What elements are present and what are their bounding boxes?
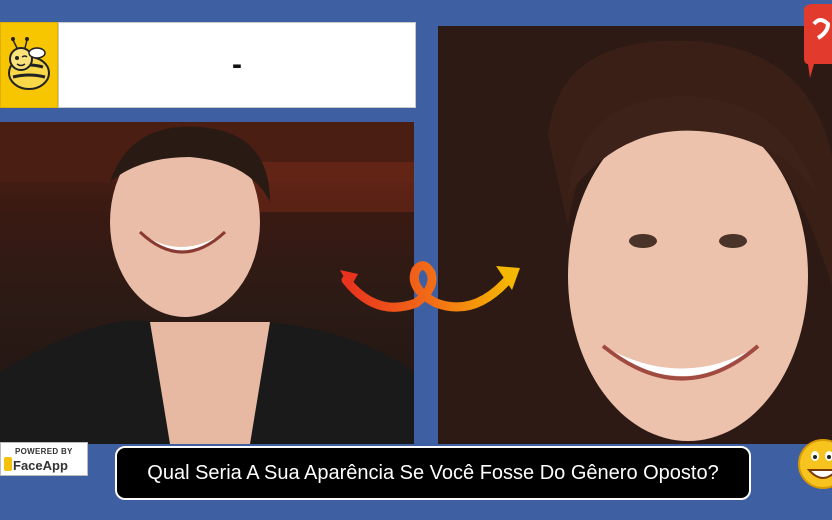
- faceapp-name: FaceApp: [13, 458, 68, 473]
- faceapp-logo-icon: [4, 457, 12, 471]
- caption-box: Qual Seria A Sua Aparência Se Você Fosse…: [115, 446, 751, 500]
- curly-arrow-icon: [340, 261, 520, 312]
- transformed-photo: [438, 26, 832, 444]
- powered-by-label: POWERED BY: [15, 447, 73, 456]
- name-text: -: [232, 48, 242, 81]
- faceapp-badge: POWERED BY FaceApp: [0, 442, 88, 476]
- bee-mascot-icon: [8, 37, 50, 90]
- name-header: -: [58, 22, 416, 108]
- speech-bubble-icon: [804, 4, 832, 78]
- grinning-emoji-icon: [798, 439, 832, 489]
- caption-text: Qual Seria A Sua Aparência Se Você Fosse…: [147, 461, 719, 484]
- logo: [0, 22, 58, 108]
